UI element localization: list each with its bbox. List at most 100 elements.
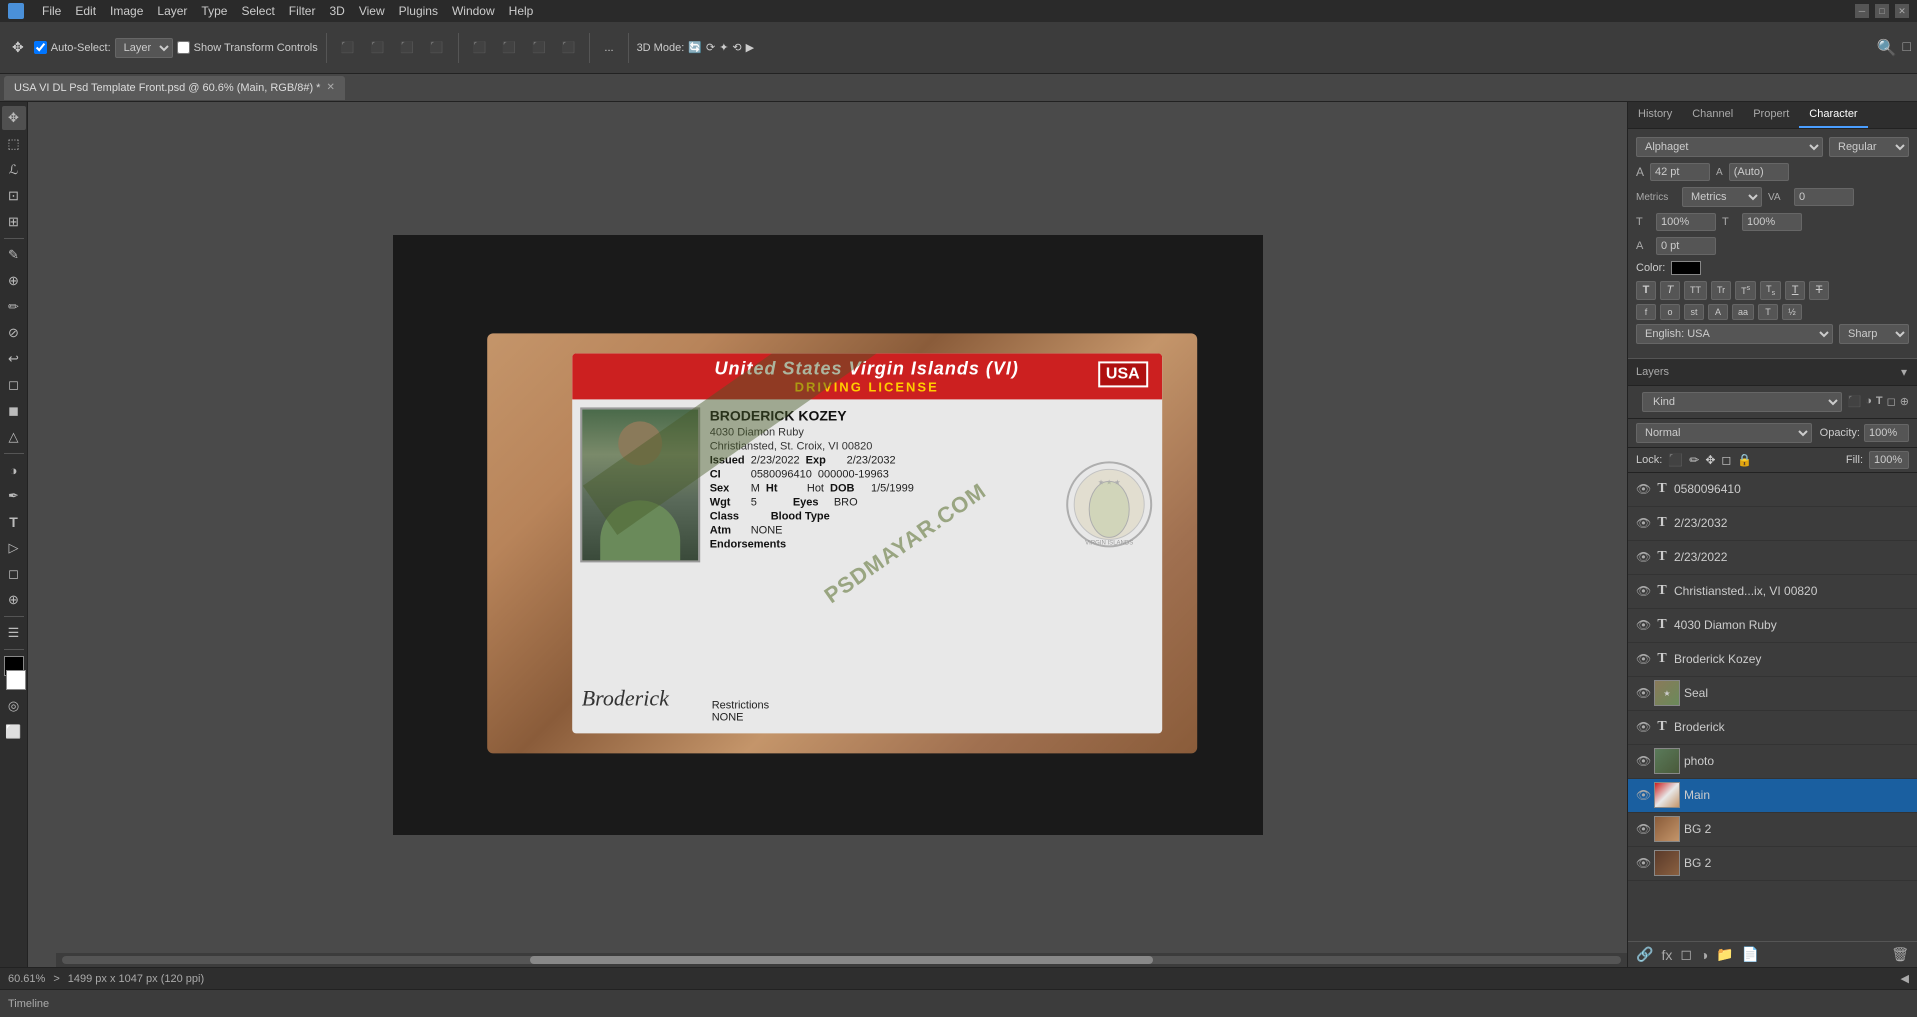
filter-type-icon[interactable]: T [1876,395,1883,408]
menu-select[interactable]: Select [241,4,274,18]
eyedropper-btn[interactable]: ✎ [2,243,26,267]
crop-tool-btn[interactable]: ⊞ [2,210,26,234]
layer-link-btn[interactable]: 🔗 [1636,946,1653,963]
eraser-btn[interactable]: ◻ [2,373,26,397]
layer-item-main[interactable]: 👁 Main [1628,779,1917,813]
move-tool[interactable]: ✥ [6,36,30,59]
hand-btn[interactable]: ☰ [2,621,26,645]
marquee-tool-btn[interactable]: ⬚ [2,132,26,156]
workspace-icon[interactable]: □ [1903,38,1911,58]
layer-vis-signature[interactable]: 👁 [1636,720,1650,734]
leading-input[interactable] [1729,163,1789,181]
layers-kind-select[interactable]: Kind [1642,392,1842,412]
format-aa[interactable]: A [1708,304,1728,320]
format-allcaps[interactable]: TT [1684,281,1707,300]
layer-vis-street[interactable]: 👁 [1636,618,1650,632]
menu-image[interactable]: Image [110,4,143,18]
tab-character[interactable]: Character [1799,102,1867,128]
layer-item-seal[interactable]: 👁 ★ Seal [1628,677,1917,711]
menu-3d[interactable]: 3D [329,4,344,18]
object-select-btn[interactable]: ⊡ [2,184,26,208]
lock-position-icon[interactable]: ✥ [1705,453,1715,467]
align-right-button[interactable]: ⬛ [394,38,420,57]
format-t1[interactable]: T [1758,304,1778,320]
font-family-select[interactable]: Alphaget [1636,137,1823,157]
minimize-button[interactable]: ─ [1855,4,1869,18]
layers-collapse-btn[interactable]: ▾ [1899,363,1909,381]
distribute-spacing-button[interactable]: ⬛ [556,38,582,57]
pen-btn[interactable]: ✒ [2,484,26,508]
lock-all-icon[interactable]: 🔒 [1737,453,1752,467]
menu-plugins[interactable]: Plugins [399,4,438,18]
file-tab-close[interactable]: ✕ [326,82,334,93]
align-center-button[interactable]: ⬛ [364,38,390,57]
brush-btn[interactable]: ✏ [2,295,26,319]
layer-vis-main[interactable]: 👁 [1636,788,1650,802]
tab-channel[interactable]: Channel [1682,102,1743,128]
layer-item-bg2a[interactable]: 👁 BG 2 [1628,813,1917,847]
blend-mode-select[interactable]: Normal [1636,423,1812,443]
history-brush-btn[interactable]: ↩ [2,347,26,371]
format-ord[interactable]: o [1660,304,1680,320]
layer-vis-address[interactable]: 👁 [1636,584,1650,598]
layer-vis-photo[interactable]: 👁 [1636,754,1650,768]
filter-adj-icon[interactable]: ◑ [1865,395,1872,408]
format-aa2[interactable]: aa [1732,304,1754,320]
layer-effects-btn[interactable]: fx [1661,947,1672,963]
opacity-input[interactable] [1864,424,1909,442]
lasso-tool-btn[interactable]: ℒ [2,158,26,182]
format-frac[interactable]: f [1636,304,1656,320]
font-size-input[interactable] [1650,163,1710,181]
layer-vis-name[interactable]: 👁 [1636,652,1650,666]
layer-item-bg2b[interactable]: 👁 BG 2 [1628,847,1917,881]
format-lig[interactable]: st [1684,304,1704,320]
menu-type[interactable]: Type [201,4,227,18]
format-underline[interactable]: T [1785,281,1805,300]
menu-window[interactable]: Window [452,4,495,18]
layer-vis-0580[interactable]: 👁 [1636,482,1650,496]
filter-pixel-icon[interactable]: ⬛ [1848,395,1862,408]
distribute-center-button[interactable]: ⬛ [496,38,522,57]
scale-v-input[interactable] [1742,213,1802,231]
color-swatch[interactable] [1671,261,1701,275]
menu-layer[interactable]: Layer [157,4,187,18]
format-smallcaps[interactable]: Tr [1711,281,1731,300]
format-super[interactable]: Ts [1735,281,1756,300]
layer-new-btn[interactable]: 📄 [1742,946,1759,963]
layers-section-header[interactable]: Layers ▾ [1628,358,1917,386]
healing-btn[interactable]: ⊕ [2,269,26,293]
format-strikethrough[interactable]: T [1809,281,1829,300]
auto-select-checkbox[interactable] [34,41,47,54]
layer-vis-exp[interactable]: 👁 [1636,516,1650,530]
font-style-select[interactable]: Regular [1829,137,1909,157]
blur-btn[interactable]: △ [2,425,26,449]
3d-mode-icon-5[interactable]: ▶ [746,41,754,54]
3d-mode-icon-2[interactable]: ⟳ [706,41,715,54]
distribute-bottom-button[interactable]: ⬛ [526,38,552,57]
format-italic[interactable]: T [1660,281,1680,300]
layer-item-photo[interactable]: 👁 photo [1628,745,1917,779]
search-icon[interactable]: 🔍 [1877,38,1897,58]
menu-edit[interactable]: Edit [75,4,96,18]
screen-mode-btn[interactable]: ⬜ [2,720,26,744]
baseline-input[interactable] [1656,237,1716,255]
format-bold[interactable]: T [1636,281,1656,300]
3d-mode-icon-4[interactable]: ⟲ [732,41,741,54]
layer-mask-btn[interactable]: ◻ [1680,946,1692,963]
horizontal-scrollbar[interactable] [56,953,1627,967]
shape-btn[interactable]: ◻ [2,562,26,586]
layer-item-signature[interactable]: 👁 T Broderick [1628,711,1917,745]
background-color[interactable] [6,670,26,690]
3d-mode-icon-3[interactable]: ✦ [719,41,728,54]
lock-image-icon[interactable]: ✏ [1689,453,1699,467]
dodge-btn[interactable]: ◑ [2,458,26,482]
fill-input[interactable] [1869,451,1909,469]
layer-vis-bg2a[interactable]: 👁 [1636,822,1650,836]
layer-vis-seal[interactable]: 👁 [1636,686,1650,700]
tab-history[interactable]: History [1628,102,1682,128]
lock-transparent-icon[interactable]: ⬛ [1668,453,1683,467]
sharpness-select[interactable]: Sharp [1839,324,1909,344]
more-options-button[interactable]: ... [598,39,619,57]
zoom-btn[interactable]: ⊕ [2,588,26,612]
3d-mode-icon-1[interactable]: 🔄 [688,41,702,54]
